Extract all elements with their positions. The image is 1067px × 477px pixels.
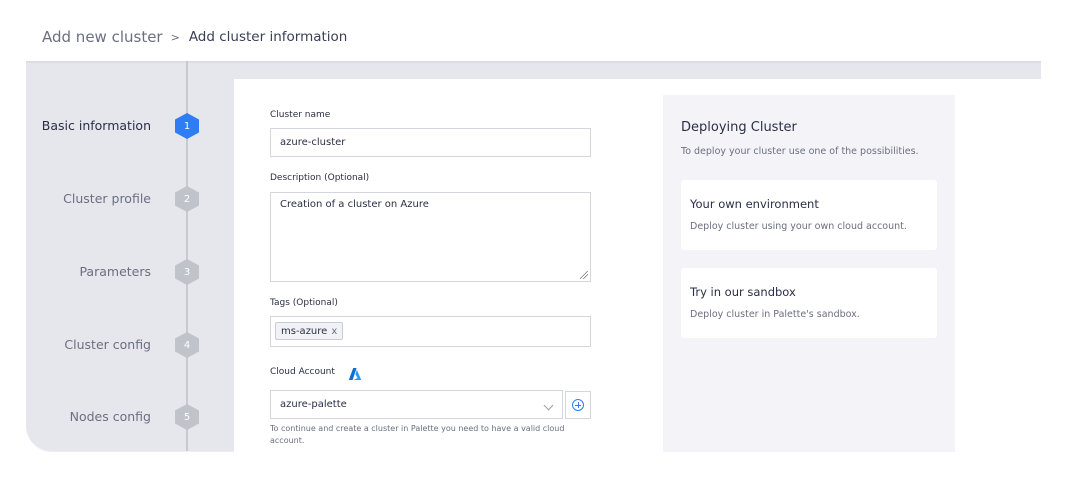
- step-label: Basic information: [41, 118, 151, 133]
- breadcrumb-current: Add cluster information: [188, 29, 348, 45]
- add-cloud-account-button[interactable]: [565, 391, 591, 419]
- step-number-badge: 3: [175, 259, 199, 285]
- azure-logo-icon: [348, 368, 362, 380]
- option-card-sandbox[interactable]: Try in our sandbox Deploy cluster in Pal…: [681, 268, 937, 338]
- option-card-description: Deploy cluster using your own cloud acco…: [690, 221, 907, 232]
- step-label: Cluster profile: [63, 191, 151, 206]
- breadcrumb-add-new-cluster-link[interactable]: Add new cluster: [42, 28, 163, 46]
- tag-remove-icon[interactable]: x: [331, 326, 337, 337]
- cluster-name-value: azure-cluster: [280, 137, 346, 148]
- step-parameters[interactable]: Parameters 3: [26, 259, 226, 289]
- step-label: Nodes config: [69, 409, 151, 424]
- cluster-name-input[interactable]: azure-cluster: [270, 128, 591, 157]
- description-value: Creation of a cluster on Azure: [280, 199, 429, 210]
- plus-circle-icon: [572, 399, 584, 411]
- description-label: Description (Optional): [270, 173, 370, 183]
- cloud-account-value: azure-palette: [280, 399, 347, 410]
- cluster-name-label: Cluster name: [270, 110, 331, 120]
- tag-chip-label: ms-azure: [281, 325, 328, 337]
- step-nodes-config[interactable]: Nodes config 5: [26, 404, 226, 434]
- step-label: Parameters: [79, 264, 151, 279]
- info-panel-title: Deploying Cluster: [681, 120, 797, 135]
- cloud-account-label: Cloud Account: [270, 367, 335, 377]
- breadcrumb-separator: >: [170, 30, 180, 44]
- option-card-title: Try in our sandbox: [690, 285, 796, 299]
- chevron-down-icon: [543, 400, 554, 411]
- step-cluster-config[interactable]: Cluster config 4: [26, 332, 226, 362]
- step-number-badge: 4: [175, 332, 199, 358]
- cloud-account-helper-text: To continue and create a cluster in Pale…: [270, 424, 565, 445]
- deploying-cluster-panel: Deploying Cluster To deploy your cluster…: [663, 95, 955, 452]
- option-card-own-environment[interactable]: Your own environment Deploy cluster usin…: [681, 180, 937, 250]
- step-cluster-profile[interactable]: Cluster profile 2: [26, 186, 226, 216]
- step-number-badge: 1: [175, 113, 199, 139]
- step-number-badge: 5: [175, 404, 199, 430]
- cloud-account-select[interactable]: azure-palette: [270, 390, 563, 419]
- tag-chip: ms-azure x: [275, 322, 344, 340]
- tags-label: Tags (Optional): [270, 298, 338, 308]
- breadcrumb: Add new cluster > Add cluster informatio…: [42, 28, 347, 46]
- resize-handle-icon[interactable]: [580, 271, 588, 279]
- step-label: Cluster config: [64, 337, 151, 352]
- step-basic-information[interactable]: Basic information 1: [26, 113, 226, 143]
- tags-input[interactable]: ms-azure x: [270, 316, 591, 347]
- info-panel-subtitle: To deploy your cluster use one of the po…: [681, 146, 919, 157]
- step-number-badge: 2: [175, 186, 199, 212]
- option-card-title: Your own environment: [690, 197, 819, 211]
- description-textarea[interactable]: Creation of a cluster on Azure: [270, 192, 591, 282]
- option-card-description: Deploy cluster in Palette's sandbox.: [690, 309, 860, 320]
- panel-divider: [26, 61, 1041, 63]
